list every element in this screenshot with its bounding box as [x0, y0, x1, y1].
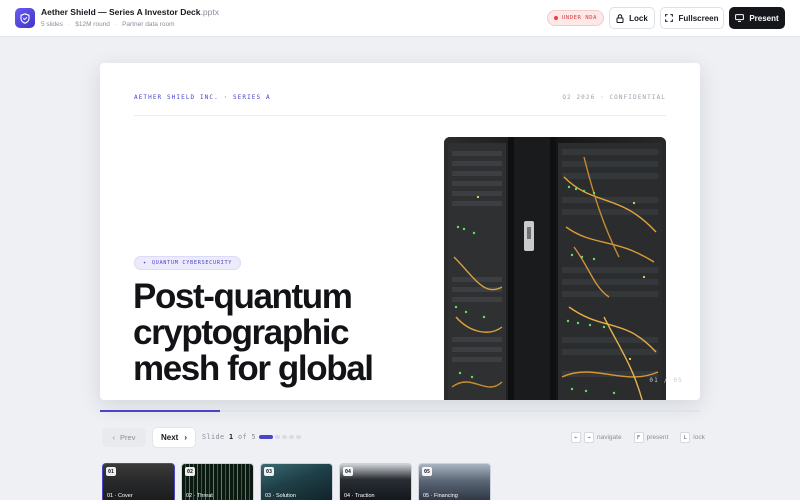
thumbnail-number: 05 [422, 467, 433, 476]
thumbnail-number: 02 [185, 467, 196, 476]
slide-tag-chip: ✦ QUANTUM CYBERSECURITY [134, 256, 242, 270]
slide-count: 5 slides [41, 21, 64, 28]
meta-separator: · [114, 21, 118, 28]
lock-hint: lock [693, 434, 705, 441]
slide-dot[interactable] [259, 435, 273, 439]
thumbnail-label: 01 · Cover [107, 493, 133, 499]
present-button-label: Present [749, 13, 779, 23]
monitor-icon [735, 14, 745, 22]
slide-dots [259, 435, 301, 439]
slide-counter-current: 1 [228, 433, 234, 441]
thumbnail-financing[interactable]: 05 05 · Financing [418, 463, 491, 500]
prev-button[interactable]: ‹ Prev [102, 428, 146, 447]
arrow-right-key: → [584, 432, 594, 443]
thumbnail-label: 03 · Solution [265, 493, 296, 499]
next-button[interactable]: Next › [152, 427, 196, 448]
slide-confidential-label: Q2 2026 · CONFIDENTIAL [562, 94, 666, 101]
file-extension: .pptx [200, 7, 219, 17]
next-button-label: Next [160, 433, 179, 442]
thumbnail-label: 02 · Threat [186, 493, 213, 499]
slide-dot[interactable] [275, 435, 280, 439]
slide-number: 01 / 05 [649, 377, 683, 384]
thumbnail-number: 04 [343, 467, 354, 476]
thumbnail-number: 01 [106, 467, 117, 476]
slide-counter-prefix: Slide [202, 433, 225, 441]
slide-thumbnails: 01 01 · Cover 02 02 · Threat 03 03 · Sol… [102, 463, 491, 500]
slide-company-label: AETHER SHIELD INC. · SERIES A [134, 94, 271, 101]
fullscreen-button[interactable]: Fullscreen [660, 7, 724, 29]
present-hint: present [646, 434, 669, 441]
slide-tag-label: QUANTUM CYBERSECURITY [151, 260, 233, 266]
server-rack-image [444, 137, 666, 400]
slide-counter: Slide 1 of 5 [202, 433, 256, 441]
lock-button[interactable]: Lock [609, 7, 655, 29]
lock-icon [616, 13, 624, 23]
fullscreen-button-label: Fullscreen [678, 13, 719, 23]
status-dot-icon [553, 16, 558, 20]
slide-counter-total: 5 [251, 433, 256, 441]
thumbnail-label: 04 · Traction [344, 493, 375, 499]
nda-status-badge: UNDER NDA [547, 10, 604, 26]
thumbnail-cover[interactable]: 01 01 · Cover [102, 463, 175, 500]
present-button[interactable]: Present [729, 7, 785, 29]
top-bar: Aether Shield — Series A Investor Deck.p… [0, 0, 800, 37]
slide-dot[interactable] [296, 435, 301, 439]
sparkle-icon: ✦ [143, 260, 147, 266]
thumbnail-threat[interactable]: 02 02 · Threat [181, 463, 254, 500]
round-size: $12M round [75, 21, 110, 28]
file-meta: 5 slides · $12M round · Partner data roo… [41, 21, 174, 28]
slide-headline: Post-quantum cryptographic mesh for glob… [133, 277, 374, 388]
data-room-label: Partner data room [122, 21, 175, 28]
keyboard-hints: ← → navigate F present L lock [571, 432, 705, 443]
file-name: Aether Shield — Series A Investor Deck [41, 7, 201, 17]
slide-divider [134, 115, 666, 116]
navigate-hint: navigate [597, 434, 622, 441]
thumbnail-traction[interactable]: 04 04 · Traction [339, 463, 412, 500]
prev-button-label: Prev [120, 433, 136, 442]
shield-icon [15, 8, 35, 28]
slide-canvas: AETHER SHIELD INC. · SERIES A Q2 2026 · … [100, 63, 700, 400]
thumbnail-label: 05 · Financing [423, 493, 458, 499]
slide-dot[interactable] [289, 435, 294, 439]
slide-counter-of: of [237, 433, 247, 441]
l-key: L [680, 432, 691, 443]
fullscreen-icon [665, 14, 674, 22]
f-key: F [633, 432, 644, 443]
thumbnail-number: 03 [264, 467, 275, 476]
slide-progress-bar [100, 410, 700, 412]
slide-progress-fill [100, 410, 220, 412]
thumbnail-solution[interactable]: 03 03 · Solution [260, 463, 333, 500]
chevron-right-icon: › [184, 433, 187, 442]
nda-badge-label: UNDER NDA [561, 15, 598, 21]
meta-separator: · [68, 21, 71, 28]
chevron-left-icon: ‹ [112, 433, 116, 442]
file-title: Aether Shield — Series A Investor Deck.p… [41, 7, 219, 17]
slide-dot[interactable] [282, 435, 287, 439]
arrow-left-key: ← [571, 432, 581, 443]
lock-button-label: Lock [629, 13, 648, 23]
